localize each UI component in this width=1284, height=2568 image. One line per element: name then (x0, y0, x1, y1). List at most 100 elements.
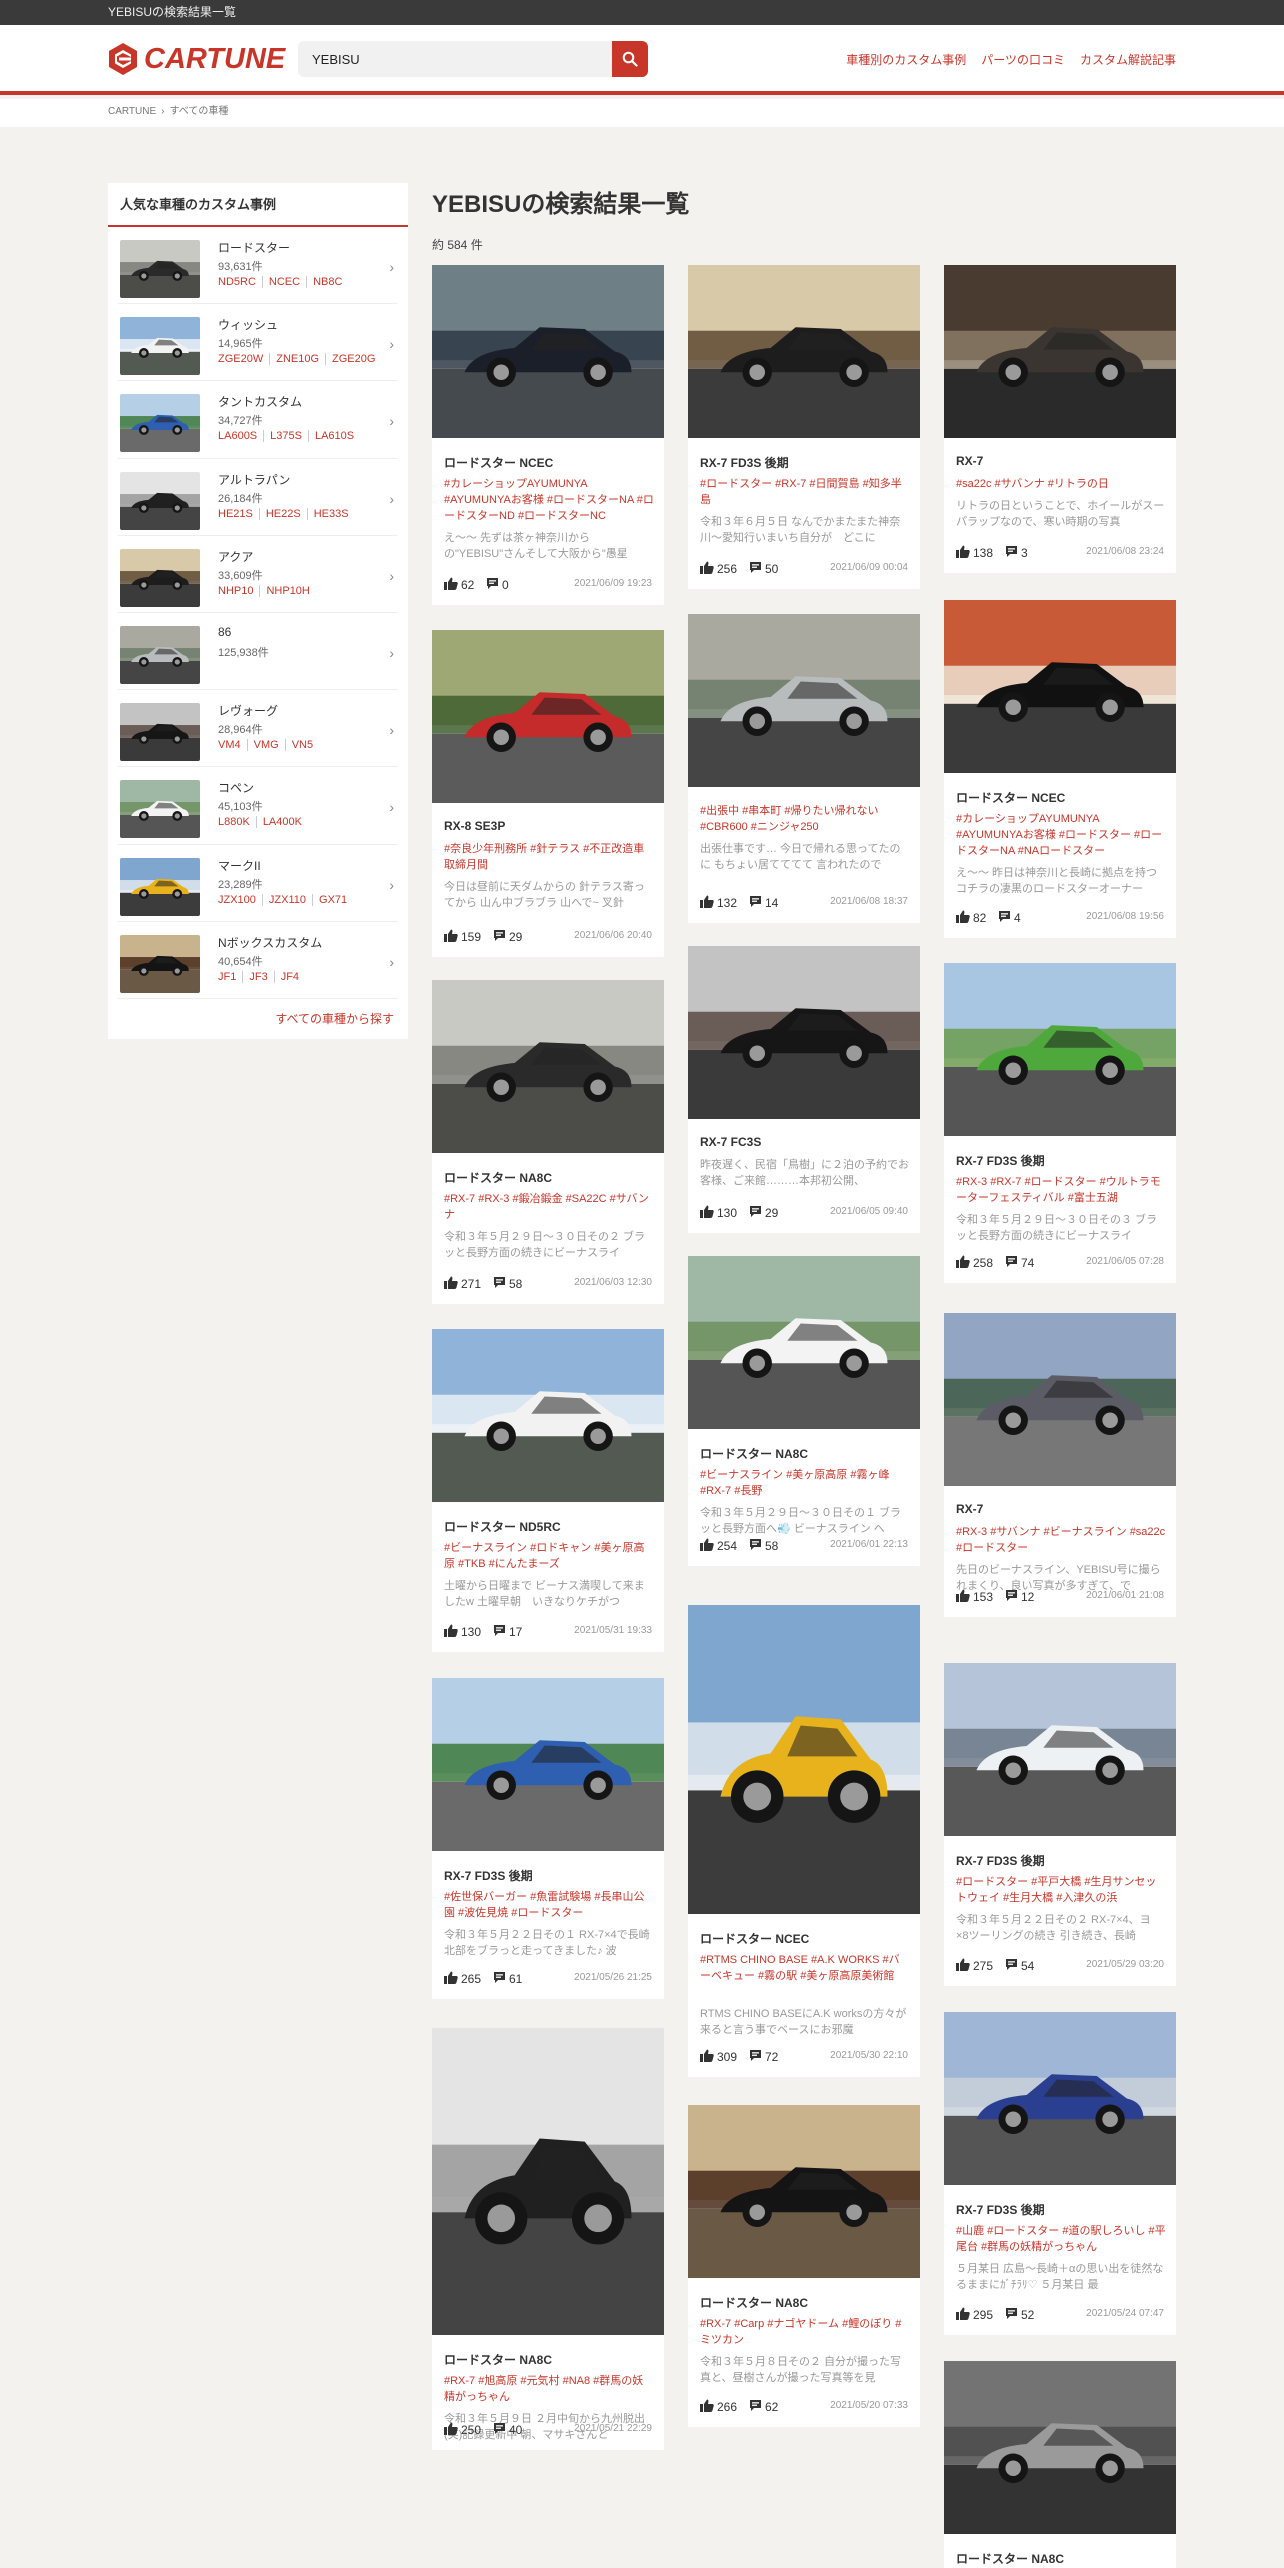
like-count[interactable]: 271 (444, 1276, 481, 1292)
model-code-link[interactable]: L375S (263, 430, 308, 443)
sidebar-item[interactable]: タントカスタム 34,727件 LA600S L375S LA610S › (118, 381, 398, 459)
model-code-link[interactable]: HE33S (306, 507, 355, 520)
comment-count[interactable]: 74 (1005, 1255, 1034, 1271)
comment-count[interactable]: 58 (749, 1538, 778, 1554)
post-card[interactable]: ロードスター NA8C #ビーナスライン #美ヶ原高原 #霧ヶ峰 #RX-7 #長… (688, 1256, 920, 1566)
model-code-link[interactable]: NCEC (261, 276, 306, 288)
post-photo[interactable] (432, 980, 664, 1153)
post-photo[interactable] (688, 2105, 920, 2278)
sidebar-item[interactable]: コペン 45,103件 L880K LA400K › (118, 767, 398, 845)
post-hashtags[interactable]: #カレーショップAYUMUNYA #AYUMUNYAお客様 #ロードスターNA … (444, 476, 654, 524)
post-photo[interactable] (432, 265, 664, 438)
model-code-link[interactable]: JZX110 (261, 893, 312, 906)
post-hashtags[interactable]: #ロードスター #RX-7 #日間賀島 #知多半島 (700, 476, 910, 508)
like-count[interactable]: 130 (444, 1624, 481, 1640)
post-card[interactable]: RX-7 #sa22c #サバンナ #リトラの日 リトラの日ということで、ホイールが… (944, 265, 1176, 573)
comment-count[interactable]: 17 (493, 1624, 522, 1640)
like-count[interactable]: 159 (444, 929, 481, 945)
model-code-link[interactable]: HE21S (218, 508, 259, 520)
post-photo[interactable] (432, 1678, 664, 1851)
nav-link-car-custom[interactable]: 車種別のカスタム事例 (846, 51, 966, 68)
comment-count[interactable]: 61 (493, 1971, 522, 1987)
model-code-link[interactable]: VN5 (284, 739, 319, 752)
post-hashtags[interactable]: #RX-3 #RX-7 #ロードスター #ウルトラモーターフェスティバル #富士… (956, 1174, 1166, 1206)
post-hashtags[interactable]: #佐世保バーガー #魚雷試験場 #長串山公園 #波佐見焼 #ロードスター (444, 1889, 654, 1921)
like-count[interactable]: 82 (956, 910, 986, 926)
comment-count[interactable]: 62 (749, 2399, 778, 2415)
cartune-logo[interactable]: CARTUNE (108, 42, 285, 76)
nav-link-custom-articles[interactable]: カスタム解説記事 (1080, 51, 1176, 68)
post-hashtags[interactable]: #RX-7 #RX-3 #鍛冶鍛金 #SA22C #サバンナ (444, 1191, 654, 1223)
search-input[interactable] (298, 41, 610, 77)
post-photo[interactable] (432, 630, 664, 803)
comment-count[interactable]: 29 (749, 1205, 778, 1221)
model-code-link[interactable]: LA610S (307, 430, 360, 443)
post-card[interactable]: ロードスター NA8C #RX-7 #旭高原 #元気村 #NA8 #群馬の妖精がっ… (432, 2028, 664, 2450)
breadcrumb-home[interactable]: CARTUNE (108, 106, 156, 117)
post-photo[interactable] (944, 1313, 1176, 1486)
post-hashtags[interactable]: #ロードスター #平戸大橋 #生月サンセットウェイ #生月大橋 #入津久の浜 (956, 1874, 1166, 1906)
comment-count[interactable]: 0 (486, 577, 509, 593)
post-card[interactable]: RX-7 FD3S 後期 #佐世保バーガー #魚雷試験場 #長串山公園 #波佐見焼… (432, 1678, 664, 1999)
model-code-link[interactable]: HE22S (258, 507, 307, 520)
search-button[interactable] (612, 41, 648, 77)
post-photo[interactable] (688, 265, 920, 438)
comment-count[interactable]: 3 (1005, 545, 1028, 561)
post-photo[interactable] (688, 946, 920, 1119)
sidebar-item[interactable]: アクア 33,609件 NHP10 NHP10H › (118, 536, 398, 613)
model-code-link[interactable]: NHP10H (259, 584, 315, 597)
like-count[interactable]: 275 (956, 1958, 993, 1974)
comment-count[interactable]: 52 (1005, 2307, 1034, 2323)
post-photo[interactable] (944, 600, 1176, 773)
sidebar-item[interactable]: 86 125,938件 › (118, 613, 398, 691)
post-hashtags[interactable]: #RX-3 #サバンナ #ビーナスライン #sa22c #ロードスター (956, 1524, 1166, 1556)
sidebar-item[interactable]: ウィッシュ 14,965件 ZGE20W ZNE10G ZGE20G › (118, 304, 398, 382)
model-code-link[interactable]: GX71 (312, 893, 353, 906)
post-card[interactable]: RX-7 #RX-3 #サバンナ #ビーナスライン #sa22c #ロードスター先… (944, 1313, 1176, 1617)
model-code-link[interactable]: ND5RC (218, 276, 262, 288)
comment-count[interactable]: 12 (1005, 1589, 1034, 1605)
comment-count[interactable]: 4 (998, 910, 1021, 926)
post-hashtags[interactable]: #カレーショップAYUMUNYA #AYUMUNYAお客様 #ロードスター #ロ… (956, 811, 1166, 859)
like-count[interactable]: 254 (700, 1538, 737, 1554)
model-code-link[interactable]: ZGE20W (218, 353, 269, 365)
post-photo[interactable] (688, 1605, 920, 1914)
model-code-link[interactable]: VM4 (218, 739, 247, 751)
post-hashtags[interactable]: #RX-7 #Carp #ナゴヤドーム #鯉のぼり #ミツカン (700, 2316, 910, 2348)
nav-link-parts-reviews[interactable]: パーツの口コミ (981, 51, 1065, 68)
like-count[interactable]: 265 (444, 1971, 481, 1987)
model-code-link[interactable]: L880K (218, 816, 256, 828)
post-photo[interactable] (688, 614, 920, 787)
like-count[interactable]: 153 (956, 1589, 993, 1605)
post-hashtags[interactable]: #山鹿 #ロードスター #道の駅しろいし #平尾台 #群馬の妖精がっちゃん (956, 2223, 1166, 2255)
model-code-link[interactable]: NB8C (306, 276, 348, 288)
comment-count[interactable]: 40 (493, 2422, 522, 2438)
model-code-link[interactable]: VMG (246, 739, 285, 752)
like-count[interactable]: 132 (700, 895, 737, 911)
like-count[interactable]: 62 (444, 577, 474, 593)
post-photo[interactable] (688, 1256, 920, 1429)
post-hashtags[interactable]: #出張中 #串本町 #帰りたい帰れない #CBR600 #ニンジャ250 (700, 803, 910, 835)
like-count[interactable]: 295 (956, 2307, 993, 2323)
comment-count[interactable]: 50 (749, 561, 778, 577)
model-code-link[interactable]: LA400K (255, 816, 308, 829)
model-code-link[interactable]: JF3 (242, 970, 273, 983)
model-code-link[interactable]: NHP10 (218, 585, 259, 597)
model-code-link[interactable]: JZX100 (218, 894, 262, 906)
post-hashtags[interactable]: #RTMS CHINO BASE #A.K WORKS #バーベキュー #霧の駅… (700, 1952, 910, 1984)
post-photo[interactable] (944, 1663, 1176, 1836)
sidebar-item[interactable]: レヴォーグ 28,964件 VM4 VMG VN5 › (118, 690, 398, 768)
post-card[interactable]: ロードスター NA8C (944, 2361, 1176, 2568)
post-card[interactable]: ロードスター NCEC #カレーショップAYUMUNYA #AYUMUNYAお客様… (944, 600, 1176, 938)
post-card[interactable]: ロードスター ND5RC #ビーナスライン #ロドキャン #美ヶ原高原 #TKB … (432, 1329, 664, 1652)
post-card[interactable]: RX-7 FD3S 後期 #ロードスター #平戸大橋 #生月サンセットウェイ #生… (944, 1663, 1176, 1986)
post-hashtags[interactable]: #RX-7 #旭高原 #元気村 #NA8 #群馬の妖精がっちゃん (444, 2373, 654, 2405)
sidebar-item[interactable]: Nボックスカスタム 40,654件 JF1 JF3 JF4 › (118, 922, 398, 999)
post-photo[interactable] (944, 963, 1176, 1136)
comment-count[interactable]: 72 (749, 2049, 778, 2065)
post-card[interactable]: RX-7 FD3S 後期 #ロードスター #RX-7 #日間賀島 #知多半島 令和３… (688, 265, 920, 589)
sidebar-item[interactable]: アルトラパン 26,184件 HE21S HE22S HE33S › (118, 459, 398, 536)
model-code-link[interactable]: LA600S (218, 430, 263, 442)
post-hashtags[interactable]: #奈良少年刑務所 #針テラス #不正改造車取締月間 (444, 841, 654, 873)
post-card[interactable]: #出張中 #串本町 #帰りたい帰れない #CBR600 #ニンジャ250 出張仕事… (688, 614, 920, 923)
